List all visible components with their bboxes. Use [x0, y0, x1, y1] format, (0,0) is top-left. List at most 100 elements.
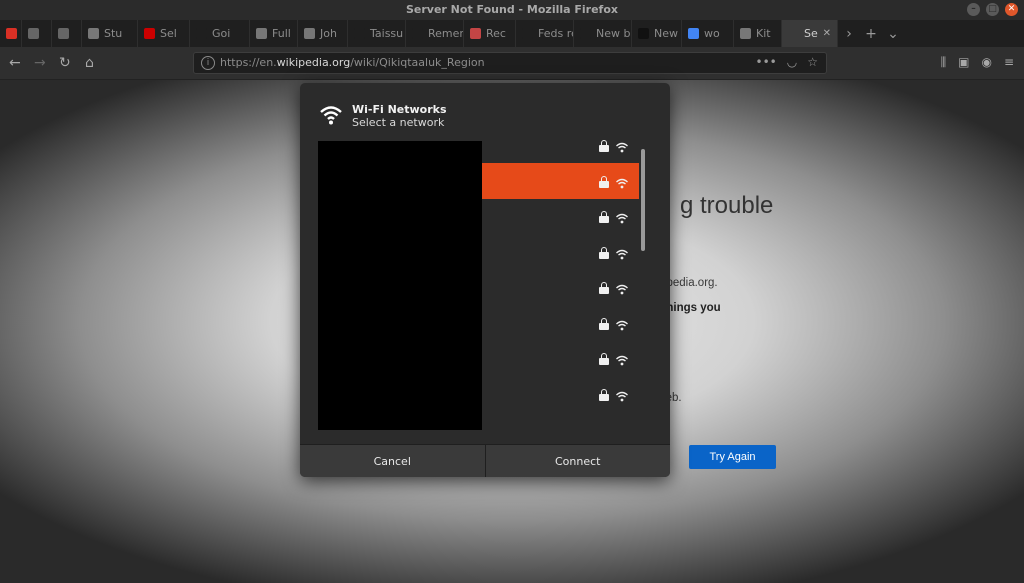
tab-label: Rec: [486, 27, 506, 40]
close-tab-icon[interactable]: ✕: [823, 28, 831, 39]
network-row[interactable]: [482, 376, 639, 412]
wifi-signal-icon: [616, 391, 628, 401]
tab[interactable]: Kit: [734, 20, 782, 47]
tab[interactable]: Goi: [190, 20, 250, 47]
tab[interactable]: [0, 20, 22, 47]
wikipedia-icon: [304, 28, 315, 39]
tab-label: Remem: [428, 27, 463, 40]
network-row[interactable]: [482, 198, 639, 234]
globe-icon: [28, 28, 39, 39]
wifi-signal-icon: [616, 249, 628, 259]
network-row[interactable]: [482, 162, 639, 199]
blank-icon: [522, 28, 533, 39]
lock-icon: [599, 353, 609, 365]
tab-label: wo: [704, 27, 720, 40]
bookmark-icon: [470, 28, 481, 39]
blank-icon: [580, 28, 591, 39]
sidebar-icon[interactable]: ▣: [958, 55, 969, 70]
cancel-button[interactable]: Cancel: [300, 445, 486, 477]
window-title: Server Not Found - Mozilla Firefox: [405, 3, 618, 16]
blank-icon: [196, 28, 207, 39]
network-list: [482, 140, 639, 429]
dialog-subtitle: Select a network: [352, 116, 445, 129]
lock-icon: [599, 246, 609, 259]
page-actions-icon[interactable]: •••: [756, 55, 777, 69]
lock-icon: [599, 175, 609, 188]
connect-button[interactable]: Connect: [486, 445, 671, 477]
globe-icon: [58, 28, 69, 39]
tab[interactable]: Rec: [464, 20, 516, 47]
dialog-footer: Cancel Connect: [300, 444, 670, 477]
tab-label: Stu: [104, 27, 123, 40]
menu-icon[interactable]: ≡: [1004, 55, 1014, 70]
gmail-icon: [6, 28, 17, 39]
pocket-icon[interactable]: ◡: [787, 55, 797, 69]
tab[interactable]: Se ✕: [782, 20, 838, 47]
network-row[interactable]: [482, 234, 639, 270]
account-icon[interactable]: ◉: [981, 55, 991, 70]
tab-label: New: [654, 27, 678, 40]
tab-label: Full: [272, 27, 291, 40]
home-icon[interactable]: ⌂: [85, 54, 94, 72]
tab[interactable]: Remem: [406, 20, 464, 47]
network-preview-panel: [318, 141, 482, 430]
blank-icon: [412, 28, 423, 39]
wifi-icon: [320, 106, 342, 125]
site-info-icon[interactable]: i: [201, 56, 215, 70]
dialog-title: Wi-Fi Networks: [352, 103, 447, 116]
tab[interactable]: New bo: [574, 20, 632, 47]
reload-icon[interactable]: ↻: [59, 54, 71, 72]
wifi-signal-icon: [616, 178, 628, 188]
wifi-signal-icon: [616, 284, 628, 295]
tab-label: Feds re: [538, 27, 574, 40]
google-icon: [688, 28, 699, 39]
tab[interactable]: New: [632, 20, 682, 47]
network-row[interactable]: [482, 127, 639, 163]
new-tab-icon[interactable]: +: [860, 26, 882, 42]
wifi-dialog: Wi-Fi Networks Select a network Cancel C…: [300, 83, 670, 477]
back-arrow-icon[interactable]: ←: [9, 54, 21, 72]
news-icon: [638, 28, 649, 39]
tab[interactable]: Sel: [138, 20, 190, 47]
url-text: https://en.wikipedia.org/wiki/Qikiqtaalu…: [220, 56, 485, 69]
forward-arrow-icon[interactable]: →: [34, 54, 46, 72]
url-path: /wiki/Qikiqtaaluk_Region: [350, 56, 485, 69]
tab[interactable]: Joh: [298, 20, 348, 47]
tab[interactable]: [52, 20, 82, 47]
tab[interactable]: Stu: [82, 20, 138, 47]
lock-icon: [599, 282, 609, 294]
tab-label: Kit: [756, 27, 771, 40]
tab[interactable]: Feds re: [516, 20, 574, 47]
wikipedia-icon: [88, 28, 99, 39]
url-prefix: https://en.: [220, 56, 277, 69]
tab-label: Se: [804, 27, 818, 40]
tab[interactable]: Taissu: [348, 20, 406, 47]
tab[interactable]: [22, 20, 52, 47]
wikipedia-icon: [740, 28, 751, 39]
wifi-signal-icon: [616, 142, 628, 153]
tab-strip: Stu Sel Goi Full Joh Taissu Remem Rec Feds re New…: [0, 20, 1024, 47]
tab-label: Joh: [320, 27, 337, 40]
network-list-scrollbar[interactable]: [641, 149, 645, 251]
bookmark-star-icon[interactable]: ☆: [807, 55, 818, 69]
tab-scroll-right-icon[interactable]: ›: [838, 26, 860, 42]
tab[interactable]: Full: [250, 20, 298, 47]
tab[interactable]: wo: [682, 20, 734, 47]
tab-list-icon[interactable]: ⌄: [882, 26, 904, 42]
minimize-button[interactable]: –: [967, 3, 980, 16]
tab-label: Taissu: [370, 27, 404, 40]
network-row[interactable]: [482, 269, 639, 305]
youtube-icon: [144, 28, 155, 39]
maximize-button[interactable]: □: [986, 3, 999, 16]
url-bar[interactable]: i https://en.wikipedia.org/wiki/Qikiqtaa…: [193, 52, 827, 74]
library-icon[interactable]: ⫼: [941, 55, 947, 70]
wifi-signal-icon: [616, 213, 628, 224]
network-row[interactable]: [482, 340, 639, 376]
url-domain: wikipedia.org: [276, 56, 351, 69]
close-window-button[interactable]: ✕: [1005, 3, 1018, 16]
blank-icon: [354, 28, 365, 39]
lock-icon: [599, 211, 609, 223]
network-row[interactable]: [482, 305, 639, 341]
wifi-signal-icon: [616, 355, 628, 366]
try-again-button[interactable]: Try Again: [689, 445, 776, 469]
